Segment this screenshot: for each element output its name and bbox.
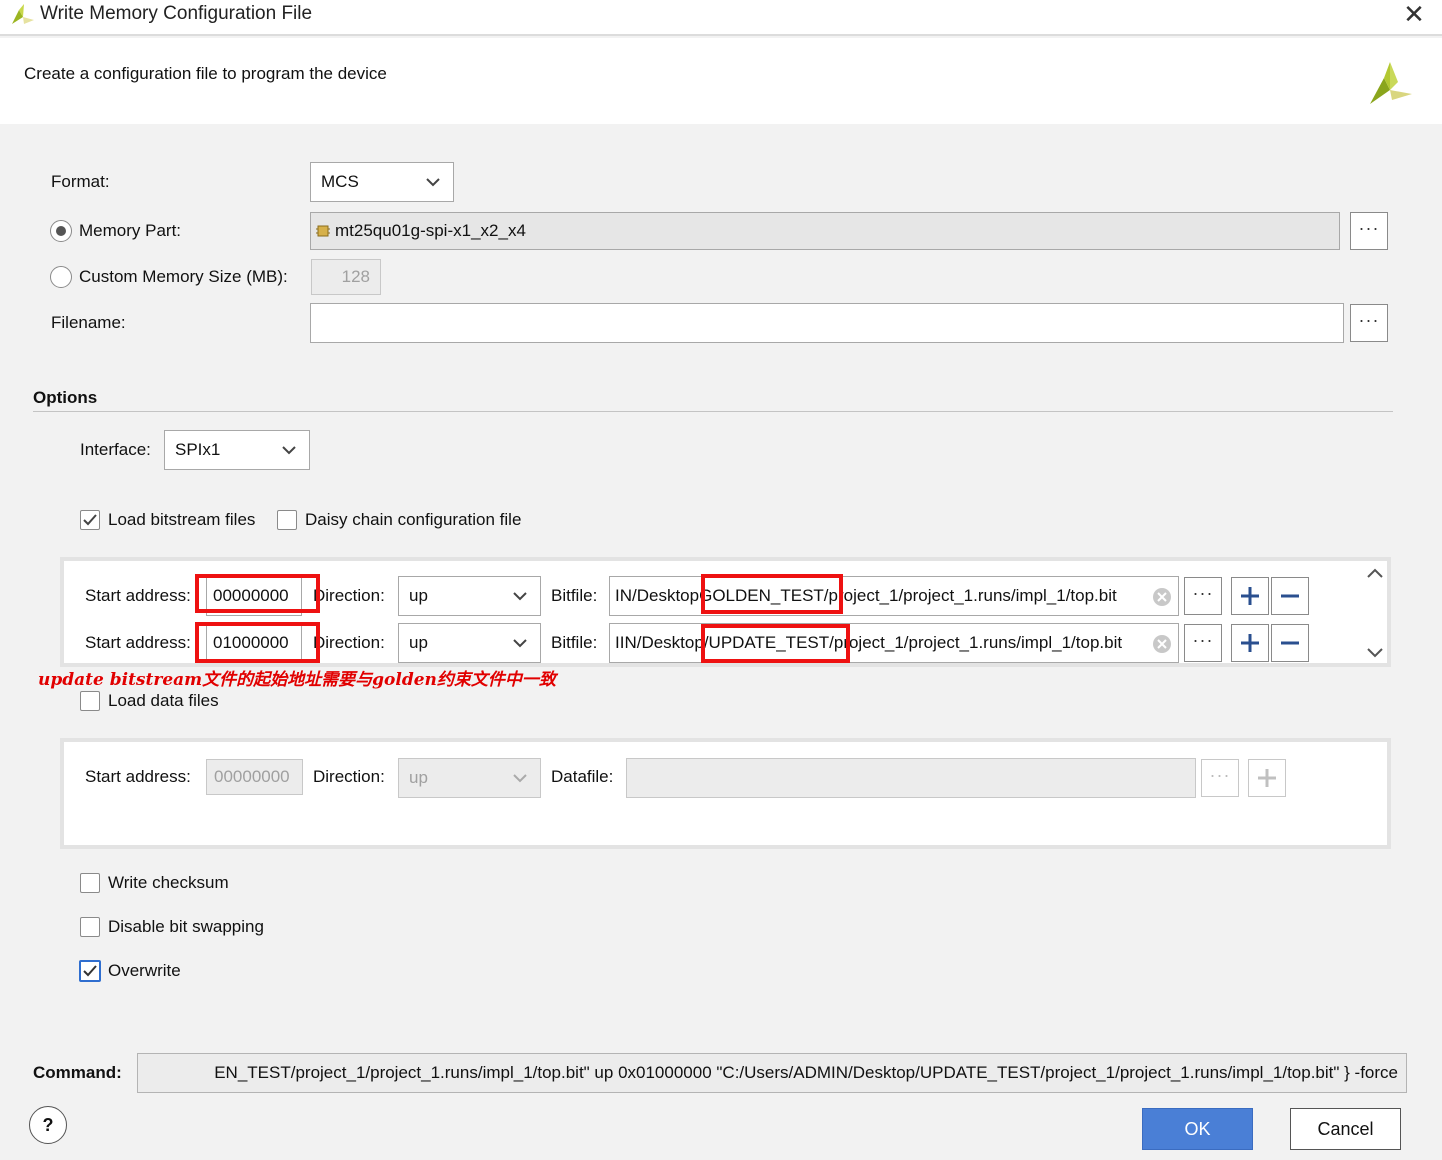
- bitstream-1-bitfile-mark: GOLDEN_TEST: [699, 586, 824, 605]
- cancel-button[interactable]: Cancel: [1290, 1108, 1401, 1150]
- chevron-down-icon: [513, 639, 527, 648]
- dialog-subtitle: Create a configuration file to program t…: [24, 64, 387, 83]
- memory-part-value: mt25qu01g-spi-x1_x2_x4: [335, 221, 526, 240]
- memory-part-label: Memory Part:: [79, 221, 182, 240]
- checkmark-icon: [83, 514, 97, 526]
- filename-browse-button[interactable]: ···: [1350, 304, 1388, 342]
- bitstream-1-bitfile-suffix: /project_1/project_1.runs/impl_1/top.bit: [823, 586, 1117, 605]
- bitstream-1-bitfile-input[interactable]: IN/Desktop GOLDEN_TEST/project_1/project_…: [609, 576, 1179, 616]
- bitstream-2-bitfile-mark: /UPDATE_TEST/: [703, 633, 834, 652]
- memory-part-radio[interactable]: [50, 220, 72, 242]
- minus-icon: [1281, 641, 1299, 645]
- memory-part-browse-button[interactable]: ···: [1350, 212, 1388, 250]
- interface-value: SPIx1: [175, 440, 221, 459]
- datafile-browse-button[interactable]: ···: [1201, 759, 1239, 797]
- bitstream-2-add-button[interactable]: [1231, 624, 1269, 662]
- bitstream-1-start-label: Start address:: [85, 586, 191, 605]
- bitstream-2-direction-select[interactable]: up: [398, 623, 541, 663]
- daisy-chain-label: Daisy chain configuration file: [305, 510, 522, 529]
- command-label: Command:: [33, 1063, 122, 1082]
- datafile-label: Datafile:: [551, 767, 614, 786]
- bitstream-1-direction-select[interactable]: up: [398, 576, 541, 616]
- bitstream-1-start-value: 00000000: [213, 586, 289, 605]
- bitstream-1-remove-button[interactable]: [1271, 577, 1309, 615]
- custom-memory-input[interactable]: 128: [311, 259, 381, 295]
- datafile-input[interactable]: [626, 758, 1196, 798]
- bitstream-1-start-input[interactable]: 00000000: [206, 576, 302, 616]
- bitstream-2-direction-label: Direction:: [313, 633, 385, 652]
- write-checksum-label: Write checksum: [108, 873, 229, 892]
- bitstream-2-bitfile-prefix: IIN/Desktop: [615, 633, 704, 652]
- ok-button[interactable]: OK: [1142, 1108, 1253, 1150]
- help-button[interactable]: ?: [29, 1106, 67, 1144]
- command-field[interactable]: EN_TEST/project_1/project_1.runs/impl_1/…: [137, 1053, 1407, 1093]
- overwrite-label: Overwrite: [108, 961, 181, 980]
- bitstream-1-bitfile-label: Bitfile:: [551, 586, 598, 605]
- datafile-start-value: 00000000: [214, 767, 290, 786]
- load-bitstream-checkbox[interactable]: [80, 510, 100, 530]
- plus-icon: [1258, 769, 1276, 787]
- datafile-start-label: Start address:: [85, 767, 191, 786]
- bitstream-2-browse-button[interactable]: ···: [1184, 624, 1222, 662]
- bitstream-1-bitfile-prefix: IN/Desktop: [615, 586, 700, 605]
- format-value: MCS: [321, 172, 359, 191]
- load-data-label: Load data files: [108, 691, 219, 710]
- checkmark-icon: [83, 965, 97, 977]
- plus-icon: [1241, 587, 1259, 605]
- write-checksum-checkbox[interactable]: [80, 873, 100, 893]
- bitstream-2-direction-value: up: [409, 633, 428, 652]
- window-title: Write Memory Configuration File: [40, 3, 313, 24]
- daisy-chain-checkbox[interactable]: [277, 510, 297, 530]
- interface-label: Interface:: [80, 440, 151, 459]
- chevron-down-icon: [282, 446, 296, 455]
- scroll-down-icon[interactable]: [1366, 645, 1384, 661]
- bitstream-2-remove-button[interactable]: [1271, 624, 1309, 662]
- scroll-up-icon[interactable]: [1366, 565, 1384, 581]
- custom-memory-radio[interactable]: [50, 266, 72, 288]
- options-divider: [33, 411, 1393, 412]
- datafile-direction-select[interactable]: up: [398, 758, 541, 798]
- bitstream-2-bitfile-label: Bitfile:: [551, 633, 598, 652]
- bitstream-1-direction-value: up: [409, 586, 428, 605]
- custom-memory-value: 128: [341, 267, 370, 286]
- bitstream-2-start-label: Start address:: [85, 633, 191, 652]
- disable-bit-swapping-checkbox[interactable]: [80, 917, 100, 937]
- annotation-text: update bitstream文件的起始地址需要与golden约束文件中一致: [38, 670, 556, 690]
- options-heading: Options: [33, 388, 98, 407]
- custom-memory-label: Custom Memory Size (MB):: [79, 267, 288, 286]
- bitstream-1-add-button[interactable]: [1231, 577, 1269, 615]
- chip-icon: [316, 225, 330, 237]
- datafile-direction-value: up: [409, 768, 428, 787]
- filename-label: Filename:: [51, 313, 126, 332]
- minus-icon: [1281, 594, 1299, 598]
- chevron-down-icon: [513, 592, 527, 601]
- datafile-direction-label: Direction:: [313, 767, 385, 786]
- bitstream-2-start-value: 01000000: [213, 633, 289, 652]
- overwrite-checkbox[interactable]: [79, 960, 101, 982]
- datafile-add-button[interactable]: [1248, 759, 1286, 797]
- bitstream-1-direction-label: Direction:: [313, 586, 385, 605]
- filename-input[interactable]: [310, 303, 1344, 343]
- interface-select[interactable]: SPIx1: [164, 430, 310, 470]
- chevron-down-icon: [426, 178, 440, 187]
- plus-icon: [1241, 634, 1259, 652]
- memory-part-field[interactable]: mt25qu01g-spi-x1_x2_x4: [310, 212, 1340, 250]
- datafile-start-input[interactable]: 00000000: [206, 759, 303, 795]
- load-data-checkbox[interactable]: [80, 691, 100, 711]
- format-select[interactable]: MCS: [310, 162, 454, 202]
- close-icon[interactable]: ✕: [1402, 1, 1426, 27]
- bitstream-1-browse-button[interactable]: ···: [1184, 577, 1222, 615]
- disable-bit-swapping-label: Disable bit swapping: [108, 917, 264, 936]
- bitstream-2-bitfile-input[interactable]: IIN/Desktop/UPDATE_TEST/project_1/projec…: [609, 623, 1179, 663]
- app-logo-icon: [12, 4, 34, 24]
- format-label: Format:: [51, 172, 110, 191]
- bitstream-2-start-input[interactable]: 01000000: [206, 623, 302, 663]
- clear-icon[interactable]: [1152, 587, 1172, 607]
- chevron-down-icon: [513, 774, 527, 783]
- load-bitstream-label: Load bitstream files: [108, 510, 256, 529]
- bitstream-2-bitfile-suffix: project_1/project_1.runs/impl_1/top.bit: [833, 633, 1123, 652]
- clear-icon[interactable]: [1152, 634, 1172, 654]
- command-value: EN_TEST/project_1/project_1.runs/impl_1/…: [214, 1063, 1398, 1082]
- vendor-logo-icon: [1370, 62, 1412, 104]
